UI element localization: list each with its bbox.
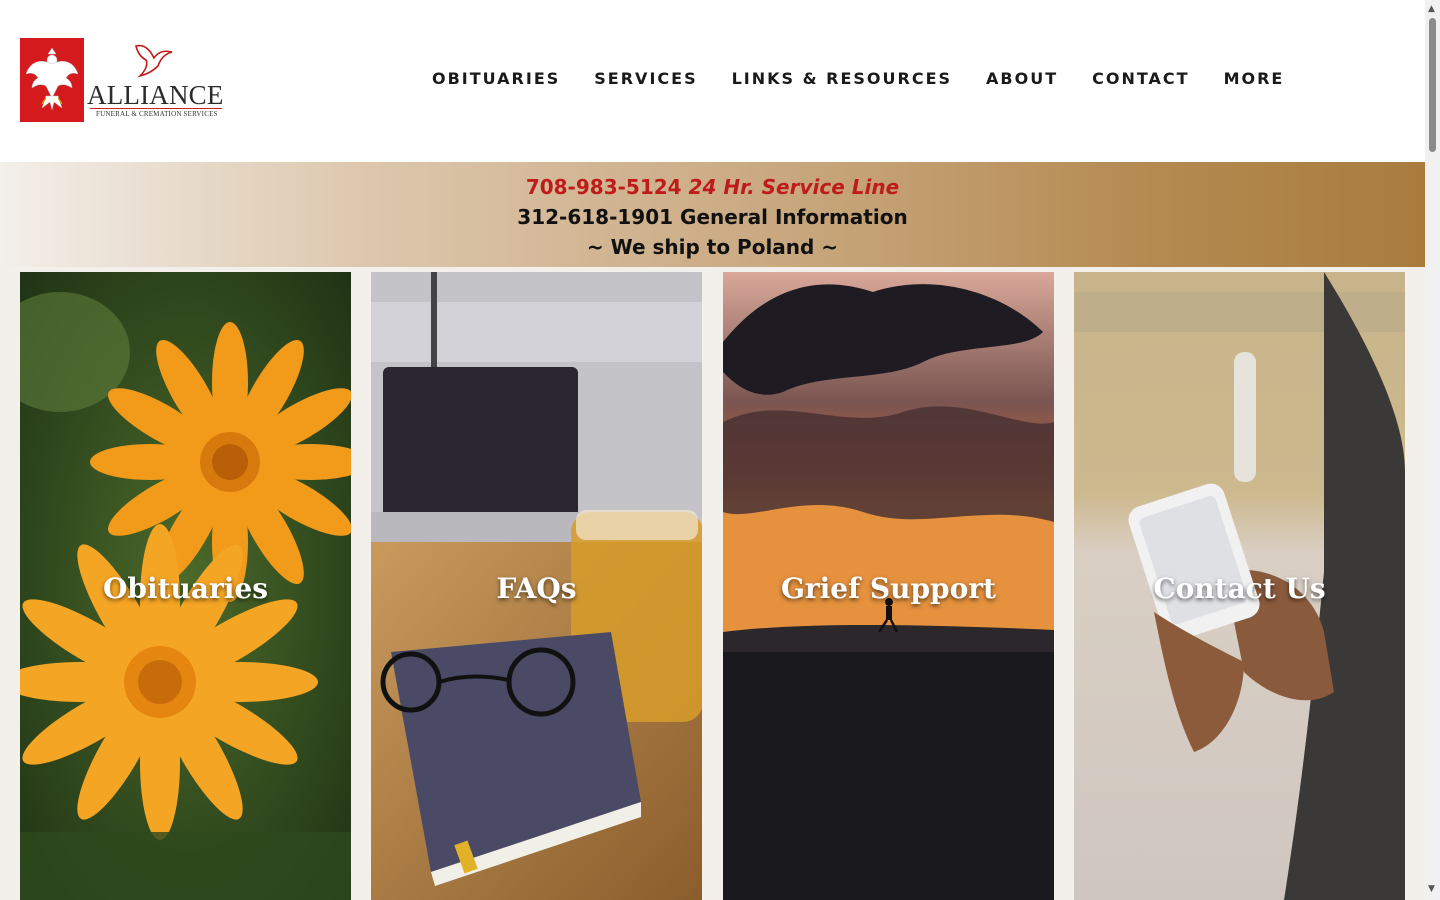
card-label-contact-us: Contact Us	[1153, 572, 1326, 605]
nav-item-more[interactable]: MORE	[1224, 66, 1285, 92]
nav-item-obituaries[interactable]: OBITUARIES	[432, 66, 560, 92]
scroll-down-arrow-icon[interactable]: ▼	[1428, 884, 1435, 894]
card-obituaries[interactable]: Obituaries	[20, 272, 351, 900]
general-info-line[interactable]: 312-618-1901 General Information	[0, 202, 1425, 232]
scroll-up-arrow-icon[interactable]: ▲	[1428, 4, 1435, 14]
shipping-line: ~ We ship to Poland ~	[586, 235, 839, 259]
card-label-obituaries: Obituaries	[102, 572, 268, 605]
nav-item-contact[interactable]: CONTACT	[1092, 66, 1189, 92]
feature-cards: Obituaries FAQs Grief Support Contact Us	[20, 272, 1405, 900]
service-phone-link[interactable]: 708-983-5124	[526, 175, 682, 199]
nav-item-links-resources[interactable]: LINKS & RESOURCES	[732, 66, 952, 92]
service-line: 708-983-5124 24 Hr. Service Line	[0, 172, 1425, 202]
nav-item-services[interactable]: SERVICES	[594, 66, 697, 92]
contact-banner: 708-983-5124 24 Hr. Service Line 312-618…	[0, 162, 1425, 267]
scrollbar-thumb[interactable]	[1429, 18, 1436, 152]
nav-item-about[interactable]: ABOUT	[986, 66, 1058, 92]
page-scrollbar[interactable]: ▲ ▼	[1425, 0, 1440, 900]
service-line-label: 24 Hr. Service Line	[688, 175, 900, 199]
logo-divider	[90, 108, 222, 109]
card-faqs[interactable]: FAQs	[371, 272, 702, 900]
card-label-faqs: FAQs	[496, 572, 577, 605]
card-label-grief-support: Grief Support	[780, 572, 996, 605]
polish-eagle-icon	[20, 38, 84, 122]
dove-icon	[135, 44, 173, 78]
site-header: ALLIANCE FUNERAL & CREMATION SERVICES OB…	[0, 0, 1425, 162]
logo-tagline: FUNERAL & CREMATION SERVICES	[96, 110, 218, 118]
main-nav: OBITUARIES SERVICES LINKS & RESOURCES AB…	[415, 66, 1301, 92]
logo-name: ALLIANCE	[87, 80, 224, 110]
card-grief-support[interactable]: Grief Support	[723, 272, 1054, 900]
site-logo[interactable]: ALLIANCE FUNERAL & CREMATION SERVICES	[20, 38, 230, 124]
card-contact-us[interactable]: Contact Us	[1074, 272, 1405, 900]
